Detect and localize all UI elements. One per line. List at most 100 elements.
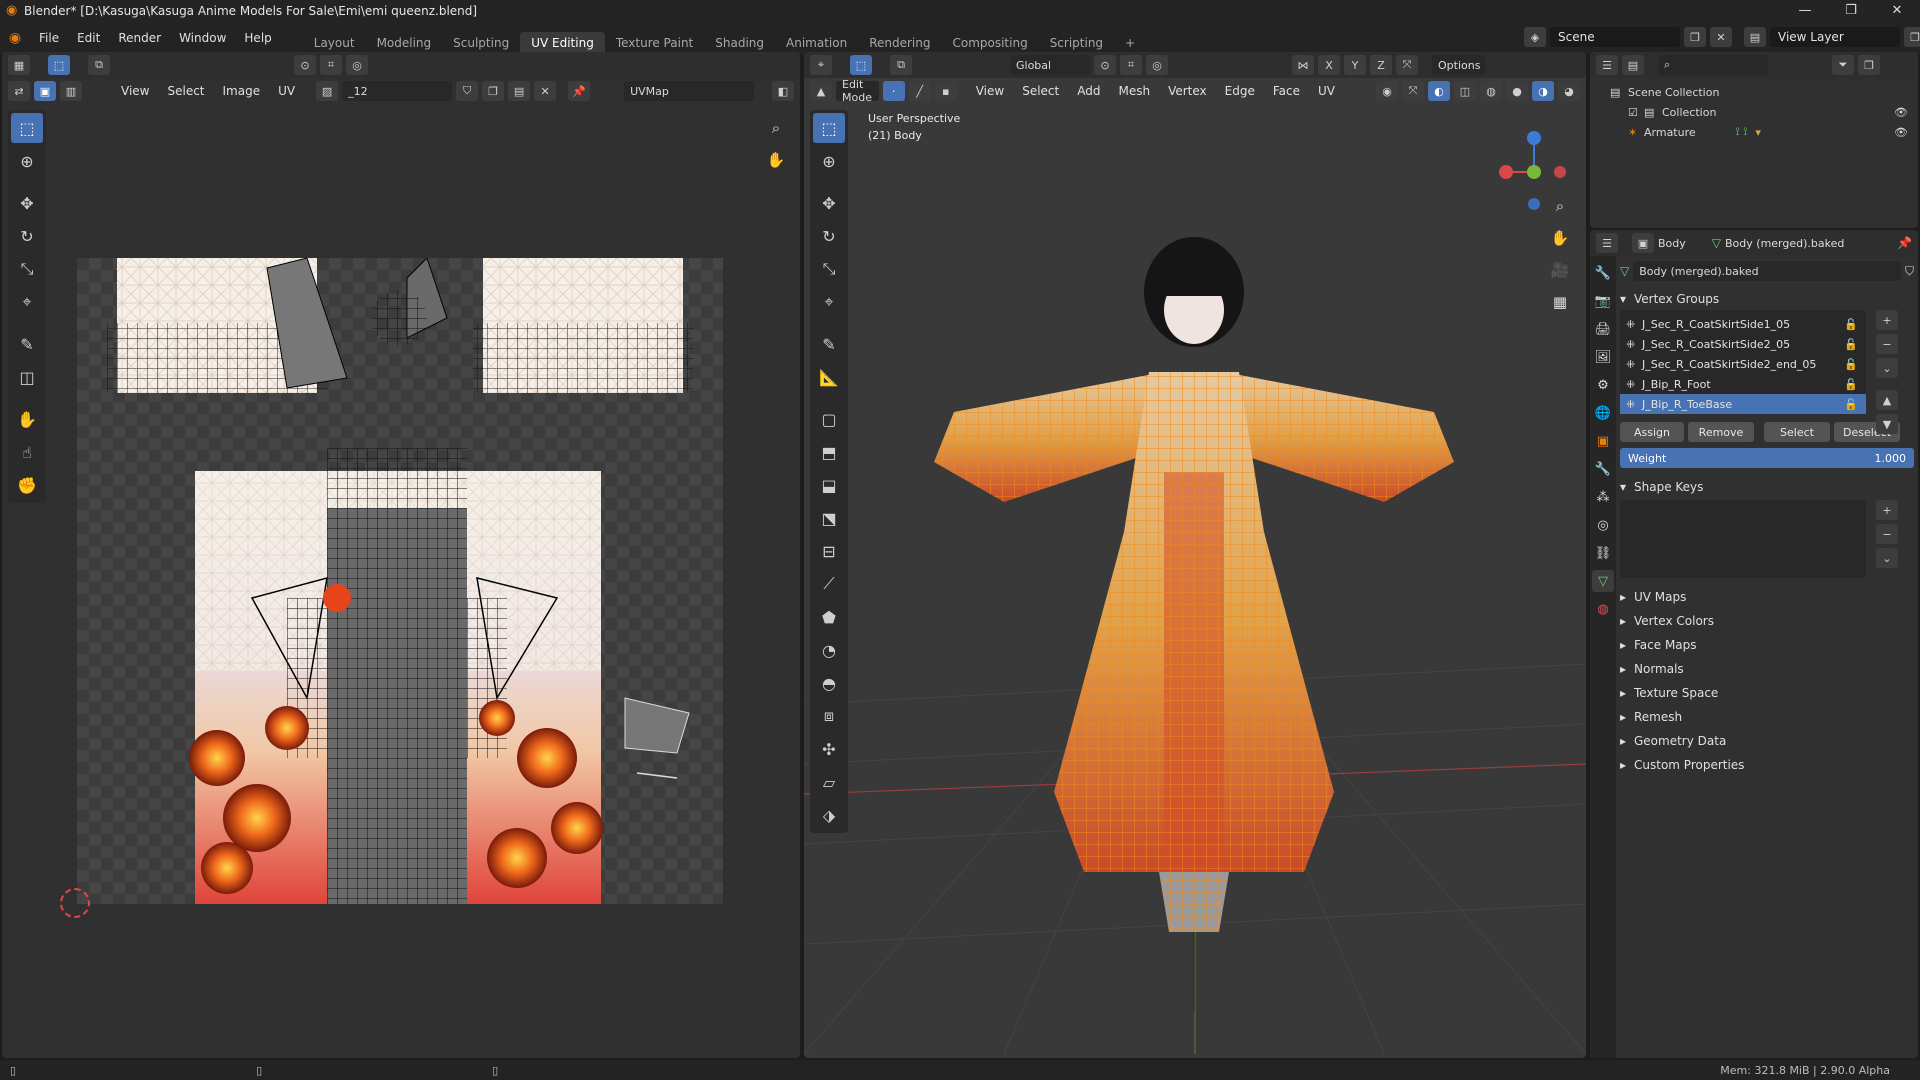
tab-sculpting[interactable]: Sculpting <box>442 32 520 54</box>
modifier-tab-icon[interactable]: 🔧 <box>1592 458 1614 480</box>
editor-type-icon[interactable]: ☰ <box>1596 55 1618 75</box>
mode-icon[interactable]: ▲ <box>810 81 832 101</box>
fake-user-icon[interactable]: ⛉ <box>1905 264 1914 279</box>
editor-type-icon[interactable]: ⌖ <box>810 55 832 75</box>
rip-region-tool-icon[interactable]: ⬗ <box>813 800 845 830</box>
maximize-button[interactable]: ❐ <box>1828 0 1874 22</box>
select-button[interactable]: Select <box>1764 422 1830 442</box>
menu-edge[interactable]: Edge <box>1218 84 1262 98</box>
texture-space-panel-header[interactable]: ▸ Texture Space <box>1620 682 1914 704</box>
world-tab-icon[interactable]: 🌐 <box>1592 402 1614 424</box>
tool-tab-icon[interactable]: 🔧 <box>1592 262 1614 284</box>
add-group-button[interactable]: + <box>1876 310 1898 330</box>
lock-icon[interactable]: 🔓 <box>1844 338 1858 351</box>
select-mode-icon[interactable]: ⧉ <box>88 55 110 75</box>
normals-panel-header[interactable]: ▸ Normals <box>1620 658 1914 680</box>
menu-uv[interactable]: UV <box>1311 84 1342 98</box>
output-tab-icon[interactable]: 🖨 <box>1592 318 1614 340</box>
menu-help[interactable]: Help <box>235 22 280 54</box>
checkbox-icon[interactable]: ☑ <box>1628 106 1644 119</box>
shrink-fatten-tool-icon[interactable]: ✣ <box>813 734 845 764</box>
image-name-field[interactable]: _12 <box>342 81 453 101</box>
vertex-groups-panel-header[interactable]: ▾ Vertex Groups <box>1620 288 1914 310</box>
remesh-panel-header[interactable]: ▸ Remesh <box>1620 706 1914 728</box>
menu-view[interactable]: View <box>114 84 156 98</box>
blender-menu-icon[interactable]: ◉ <box>0 30 30 46</box>
annotate-tool-icon[interactable]: ✎ <box>11 329 43 359</box>
list-item[interactable]: ⁜ J_Sec_R_CoatSkirtSide2_05 🔓 <box>1620 334 1866 354</box>
editor-type-icon[interactable]: ▦ <box>8 55 30 75</box>
menu-window[interactable]: Window <box>170 22 235 54</box>
zoom-icon[interactable]: ⌕ <box>762 114 790 142</box>
eye-icon[interactable]: 👁 <box>1894 126 1908 139</box>
proportional-icon[interactable]: ◎ <box>346 55 368 75</box>
specials-menu-icon[interactable]: ⌄ <box>1876 358 1898 378</box>
view-layer-selector[interactable]: View Layer <box>1770 27 1900 47</box>
editor-type-icon[interactable]: ☰ <box>1596 233 1618 253</box>
add-cube-tool-icon[interactable]: ▢ <box>813 404 845 434</box>
add-workspace-button[interactable]: + <box>1114 32 1146 54</box>
tab-shading[interactable]: Shading <box>704 32 775 54</box>
tab-modeling[interactable]: Modeling <box>366 32 443 54</box>
outliner-row-scene-collection[interactable]: ▤ Scene Collection <box>1610 82 1918 102</box>
material-tab-icon[interactable]: ◍ <box>1592 598 1614 620</box>
options-menu[interactable]: Options <box>1432 55 1487 75</box>
edge-mode-icon[interactable]: ╱ <box>908 81 931 101</box>
list-item[interactable]: ⁜ J_Bip_R_Foot 🔓 <box>1620 374 1866 394</box>
filter-icon[interactable]: ⏷ <box>1832 55 1854 75</box>
axis-z-button[interactable]: Z <box>1370 55 1392 75</box>
loop-cut-tool-icon[interactable]: ⊟ <box>813 536 845 566</box>
render-tab-icon[interactable]: 📷 <box>1592 290 1614 312</box>
proportional-icon[interactable]: ◎ <box>1146 55 1168 75</box>
camera-view-icon[interactable]: 🎥 <box>1546 256 1574 284</box>
fake-user-icon[interactable]: ⛉ <box>456 81 479 101</box>
face-mode-icon[interactable]: ▪ <box>934 81 957 101</box>
mirror-icon[interactable]: ⋈ <box>1292 55 1314 75</box>
poly-build-tool-icon[interactable]: ⬟ <box>813 602 845 632</box>
outliner-row-armature[interactable]: ✶ Armature ⟟ ⟟ ▾ 👁 <box>1610 122 1918 142</box>
select-tool-icon[interactable]: ⬚ <box>813 113 845 143</box>
pin-icon[interactable]: 📌 <box>1897 236 1912 250</box>
vertex-mode-icon[interactable]: ⋅ <box>882 81 905 101</box>
pan-icon[interactable]: ✋ <box>762 146 790 174</box>
new-collection-icon[interactable]: ❐ <box>1858 55 1880 75</box>
view-layer-tab-icon[interactable]: 🖼 <box>1592 346 1614 368</box>
sticky-select-icon[interactable]: ▥ <box>60 81 82 101</box>
list-item-selected[interactable]: ⁜ J_Bip_R_ToeBase 🔓 <box>1620 394 1866 414</box>
move-down-icon[interactable]: ▼ <box>1876 414 1898 434</box>
tab-texture-paint[interactable]: Texture Paint <box>605 32 704 54</box>
menu-file[interactable]: File <box>30 22 68 54</box>
tab-scripting[interactable]: Scripting <box>1039 32 1114 54</box>
menu-vertex[interactable]: Vertex <box>1161 84 1214 98</box>
lock-icon[interactable]: 🔓 <box>1844 358 1858 371</box>
axis-x-button[interactable]: X <box>1318 55 1340 75</box>
auto-merge-icon[interactable]: ⤧ <box>1396 55 1418 75</box>
scene-icon[interactable]: ◈ <box>1524 27 1546 47</box>
particles-tab-icon[interactable]: ⁂ <box>1592 486 1614 508</box>
menu-image[interactable]: Image <box>216 84 268 98</box>
delete-scene-icon[interactable]: ✕ <box>1710 27 1732 47</box>
new-view-layer-icon[interactable]: ❐ <box>1904 27 1920 47</box>
character-mesh[interactable] <box>894 232 1494 1012</box>
menu-face[interactable]: Face <box>1266 84 1307 98</box>
face-maps-panel-header[interactable]: ▸ Face Maps <box>1620 634 1914 656</box>
transform-tool-icon[interactable]: ⌖ <box>813 287 845 317</box>
menu-uv[interactable]: UV <box>271 84 302 98</box>
vertex-select-icon[interactable]: ▣ <box>34 81 56 101</box>
ortho-toggle-icon[interactable]: ▦ <box>1546 288 1574 316</box>
uv-maps-panel-header[interactable]: ▸ UV Maps <box>1620 586 1914 608</box>
menu-render[interactable]: Render <box>109 22 170 54</box>
relax-tool-icon[interactable]: ☝ <box>11 437 43 467</box>
knife-tool-icon[interactable]: ⟋ <box>813 569 845 599</box>
lock-icon[interactable]: 🔓 <box>1844 318 1858 331</box>
eye-icon[interactable]: 👁 <box>1894 106 1908 119</box>
gizmo-icon[interactable]: ⤧ <box>1402 81 1424 101</box>
move-tool-icon[interactable]: ✥ <box>11 188 43 218</box>
mode-selector[interactable]: Edit Mode <box>836 78 879 104</box>
rotate-tool-icon[interactable]: ↻ <box>11 221 43 251</box>
constraints-tab-icon[interactable]: ⛓ <box>1592 542 1614 564</box>
lock-icon[interactable]: 🔓 <box>1844 378 1858 391</box>
scene-selector[interactable]: Scene <box>1550 27 1680 47</box>
add-shape-key-button[interactable]: + <box>1876 500 1898 520</box>
outliner-search-field[interactable]: ⌕ <box>1658 55 1768 75</box>
